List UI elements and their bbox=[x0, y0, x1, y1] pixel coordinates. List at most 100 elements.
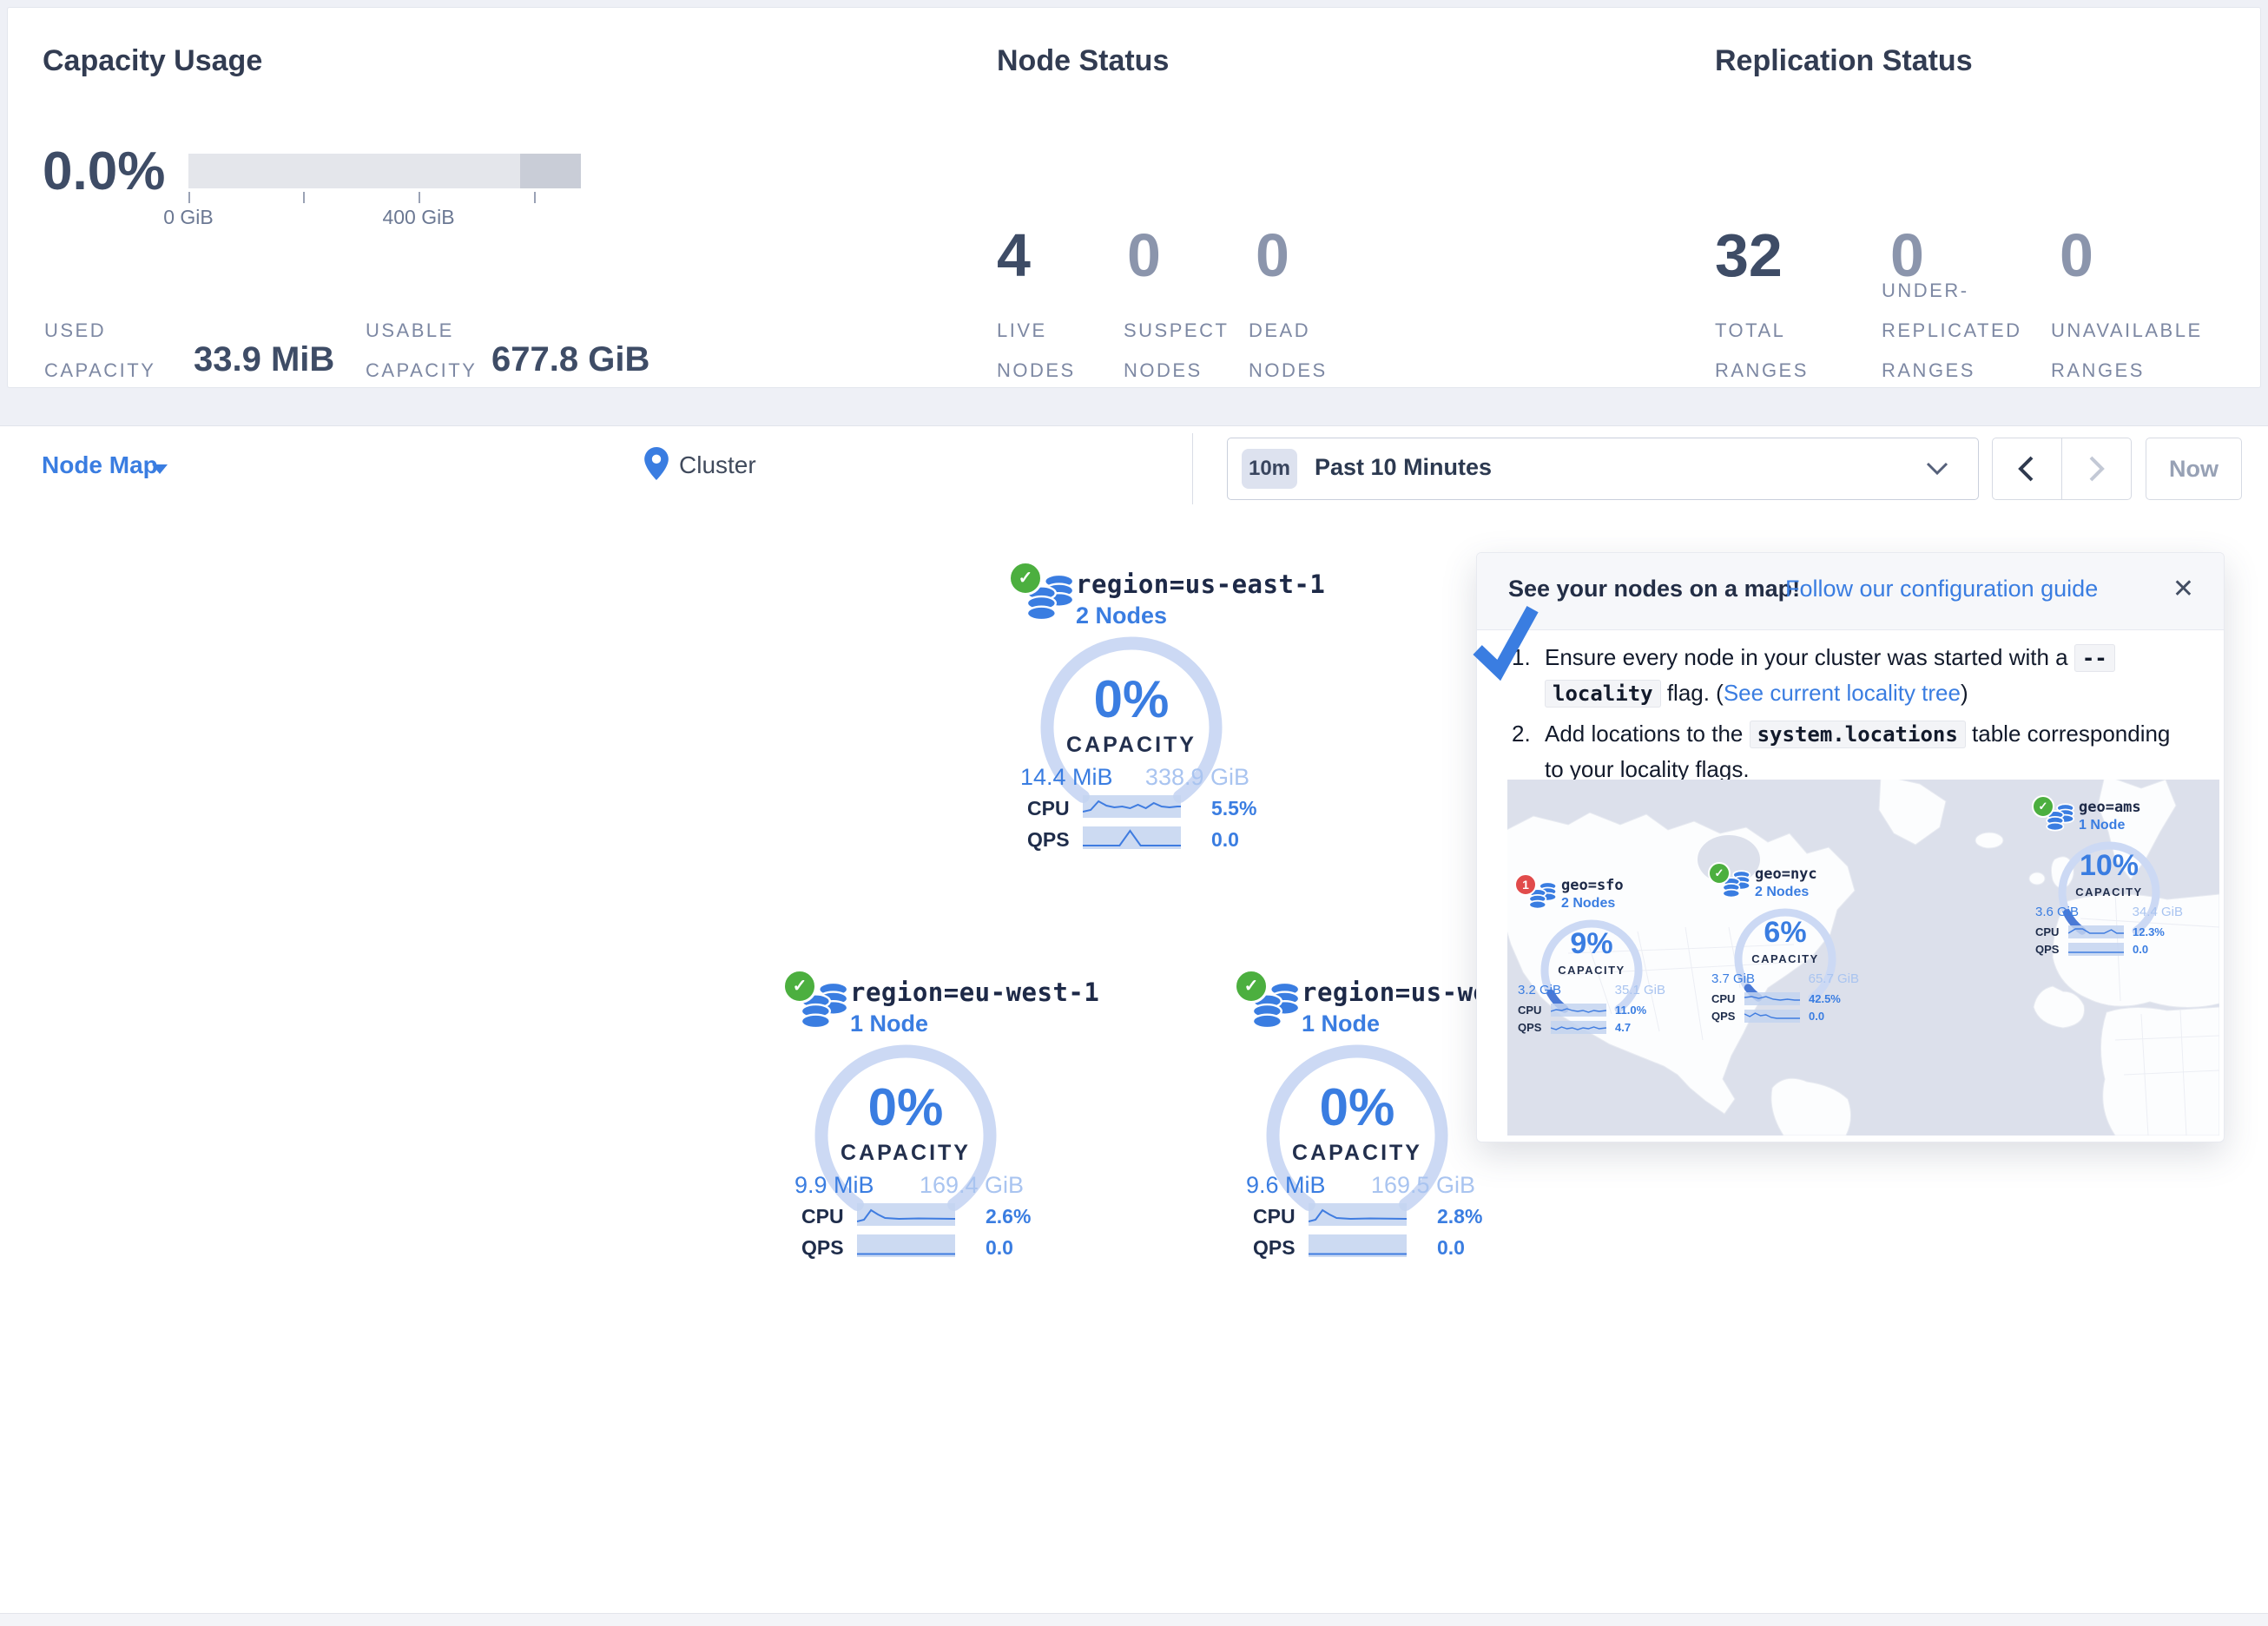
chevron-right-icon bbox=[2088, 456, 2106, 482]
capacity-usage-bar bbox=[188, 154, 581, 188]
cpu-sparkline bbox=[2068, 925, 2124, 938]
cpu-value: 2.6% bbox=[986, 1205, 1031, 1228]
region-card-us-west-1[interactable]: ✓ region=us-west-1 1 Node 0% CAPACITY 9.… bbox=[1227, 971, 1487, 1270]
nodes-count-link[interactable]: 1 Node bbox=[850, 1010, 928, 1037]
cpu-row: CPU 12.3% bbox=[2027, 925, 2192, 939]
nodes-map-popup: See your nodes on a map! Follow our conf… bbox=[1476, 552, 2225, 1142]
locality-tree-link[interactable]: See current locality tree bbox=[1724, 680, 1961, 706]
close-icon[interactable]: ✕ bbox=[2172, 574, 2194, 604]
healthy-check-icon: ✓ bbox=[1234, 969, 1269, 1004]
axis-tick-label: 0 GiB bbox=[136, 206, 241, 229]
big-check-icon bbox=[1465, 602, 1549, 686]
configuration-guide-link[interactable]: Follow our configuration guide bbox=[1785, 576, 2098, 602]
cpu-label: CPU bbox=[1253, 1205, 1296, 1228]
live-nodes-label: LIVENODES bbox=[997, 311, 1076, 391]
axis-tick bbox=[534, 192, 536, 203]
time-range-select[interactable]: 10m Past 10 Minutes bbox=[1227, 438, 1979, 500]
cpu-value: 12.3% bbox=[2133, 925, 2165, 938]
healthy-check-icon: ✓ bbox=[1008, 561, 1043, 596]
cpu-label: CPU bbox=[2035, 925, 2059, 938]
cpu-sparkline bbox=[1744, 992, 1800, 1005]
total-capacity: 65.7 GiB bbox=[1809, 971, 1859, 986]
used-capacity-label: USEDCAPACITY bbox=[44, 311, 155, 391]
qps-sparkline bbox=[1551, 1021, 1606, 1034]
qps-sparkline bbox=[857, 1234, 955, 1257]
healthy-check-icon: ✓ bbox=[782, 969, 817, 1004]
qps-value: 0.0 bbox=[1437, 1236, 1465, 1260]
qps-value: 0.0 bbox=[2133, 943, 2148, 956]
cpu-value: 2.8% bbox=[1437, 1205, 1482, 1228]
code-locality-flag: locality bbox=[1545, 680, 1661, 708]
time-range-badge: 10m bbox=[1242, 449, 1297, 489]
cpu-row: CPU 2.6% bbox=[775, 1203, 1036, 1228]
breadcrumb-cluster[interactable]: Cluster bbox=[679, 451, 756, 479]
suspect-nodes-label: SUSPECTNODES bbox=[1124, 311, 1229, 391]
cpu-value: 11.0% bbox=[1615, 1004, 1646, 1017]
time-range-label: Past 10 Minutes bbox=[1315, 454, 1492, 481]
toolbar-divider bbox=[1192, 433, 1193, 504]
geo-card-sfo[interactable]: 1 geo=sfo 2 Nodes 9% CAPACITY 3.2 GiB 35… bbox=[1509, 873, 1674, 1040]
capacity-label: CAPACITY bbox=[1703, 952, 1868, 965]
used-capacity: 3.6 GiB bbox=[2035, 905, 2079, 919]
time-back-button[interactable] bbox=[1993, 438, 2061, 499]
cpu-row: CPU 11.0% bbox=[1509, 1004, 1674, 1017]
used-capacity-value: 33.9 MiB bbox=[194, 340, 334, 379]
time-forward-button[interactable] bbox=[2062, 438, 2131, 499]
unavailable-ranges-label: UNAVAILABLERANGES bbox=[2051, 311, 2203, 391]
capacity-percent: 6% bbox=[1703, 918, 1868, 947]
capacity-percent: 10% bbox=[2027, 851, 2192, 880]
capacity-percent: 0% bbox=[1001, 674, 1262, 726]
usable-capacity-value: 677.8 GiB bbox=[491, 340, 649, 379]
region-card-us-east-1[interactable]: ✓ region=us-east-1 2 Nodes 0% CAPACITY 1… bbox=[1001, 563, 1262, 862]
healthy-check-icon: ✓ bbox=[1708, 862, 1731, 885]
geo-label: geo=sfo bbox=[1561, 877, 1624, 894]
used-capacity: 3.7 GiB bbox=[1711, 971, 1755, 986]
nodes-count-link[interactable]: 2 Nodes bbox=[1076, 602, 1167, 629]
cpu-label: CPU bbox=[1518, 1004, 1541, 1017]
qps-sparkline bbox=[1083, 826, 1181, 849]
view-mode-dropdown[interactable]: Node Map bbox=[42, 451, 158, 479]
geo-card-ams[interactable]: ✓ geo=ams 1 Node 10% CAPACITY 3.6 GiB 34… bbox=[2027, 795, 2192, 962]
under-replicated-label: UNDER-REPLICATEDRANGES bbox=[1882, 271, 2022, 391]
cpu-row: CPU 5.5% bbox=[1001, 795, 1262, 820]
node-status-title: Node Status bbox=[997, 44, 1169, 78]
qps-label: QPS bbox=[1027, 828, 1070, 852]
total-ranges-count: 32 bbox=[1715, 225, 1783, 286]
total-capacity: 35.1 GiB bbox=[1615, 983, 1665, 997]
capacity-usage-percent: 0.0% bbox=[43, 145, 165, 199]
map-toolbar: Node Map Cluster 10m Past 10 Minutes Now bbox=[0, 425, 2268, 512]
axis-tick-label: 400 GiB bbox=[366, 206, 471, 229]
qps-label: QPS bbox=[1711, 1010, 1735, 1023]
cpu-sparkline bbox=[1551, 1004, 1606, 1017]
region-label: region=eu-west-1 bbox=[850, 978, 1099, 1007]
qps-row: QPS 0.0 bbox=[1227, 1234, 1487, 1259]
code-system-locations: system.locations bbox=[1750, 721, 1966, 748]
qps-row: QPS 0.0 bbox=[775, 1234, 1036, 1259]
nodes-count-link[interactable]: 1 Node bbox=[1302, 1010, 1380, 1037]
cpu-sparkline bbox=[1083, 795, 1181, 818]
cpu-label: CPU bbox=[801, 1205, 844, 1228]
qps-value: 4.7 bbox=[1615, 1021, 1631, 1034]
qps-sparkline bbox=[2068, 943, 2124, 956]
total-capacity: 169.4 GiB bbox=[920, 1172, 1024, 1199]
axis-tick bbox=[188, 192, 190, 203]
qps-label: QPS bbox=[2035, 943, 2059, 956]
instruction-step-1: 1. Ensure every node in your cluster was… bbox=[1512, 640, 2180, 711]
geo-card-nyc[interactable]: ✓ geo=nyc 2 Nodes 6% CAPACITY 3.7 GiB 65… bbox=[1703, 862, 1868, 1029]
cpu-sparkline bbox=[1309, 1203, 1407, 1226]
map-pin-icon bbox=[644, 447, 669, 480]
replication-status-title: Replication Status bbox=[1715, 44, 1973, 78]
total-ranges-label: TOTALRANGES bbox=[1715, 311, 1809, 391]
chevron-left-icon bbox=[2017, 456, 2034, 482]
qps-label: QPS bbox=[801, 1236, 844, 1260]
region-card-eu-west-1[interactable]: ✓ region=eu-west-1 1 Node 0% CAPACITY 9.… bbox=[775, 971, 1036, 1270]
now-button[interactable]: Now bbox=[2146, 438, 2242, 500]
popup-instructions: 1. Ensure every node in your cluster was… bbox=[1512, 640, 2180, 792]
qps-value: 0.0 bbox=[1809, 1010, 1824, 1023]
axis-tick bbox=[419, 192, 420, 203]
warning-count-badge: 1 bbox=[1514, 873, 1537, 896]
cpu-row: CPU 42.5% bbox=[1703, 992, 1868, 1006]
capacity-label: CAPACITY bbox=[1227, 1141, 1487, 1166]
used-capacity: 14.4 MiB bbox=[1020, 764, 1113, 791]
capacity-usage-title: Capacity Usage bbox=[43, 44, 262, 78]
